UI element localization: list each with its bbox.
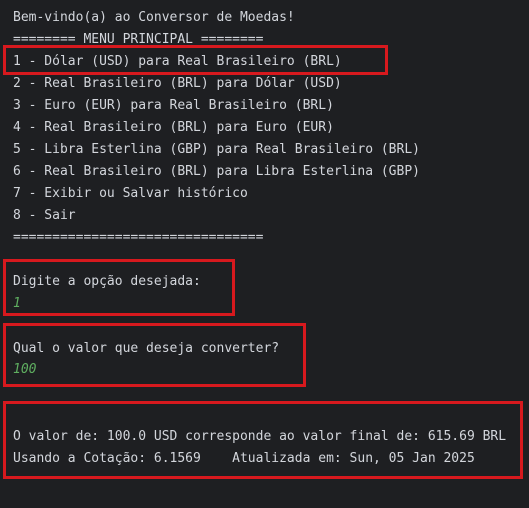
menu-item-8: 8 - Sair	[13, 208, 76, 223]
highlight-option-prompt	[3, 259, 235, 316]
menu-item-3: 3 - Euro (EUR) para Real Brasileiro (BRL…	[13, 98, 334, 113]
highlight-value-prompt	[3, 323, 306, 387]
menu-item-4: 4 - Real Brasileiro (BRL) para Euro (EUR…	[13, 120, 334, 135]
menu-item-5: 5 - Libra Esterlina (GBP) para Real Bras…	[13, 142, 420, 157]
menu-item-2: 2 - Real Brasileiro (BRL) para Dólar (US…	[13, 76, 342, 91]
menu-item-6: 6 - Real Brasileiro (BRL) para Libra Est…	[13, 164, 420, 179]
highlight-result	[3, 401, 523, 479]
welcome-text: Bem-vindo(a) ao Conversor de Moedas!	[13, 10, 295, 25]
menu-item-7: 7 - Exibir ou Salvar histórico	[13, 186, 248, 201]
menu-footer: ================================	[13, 230, 264, 245]
highlight-menu-option-1	[3, 45, 388, 75]
